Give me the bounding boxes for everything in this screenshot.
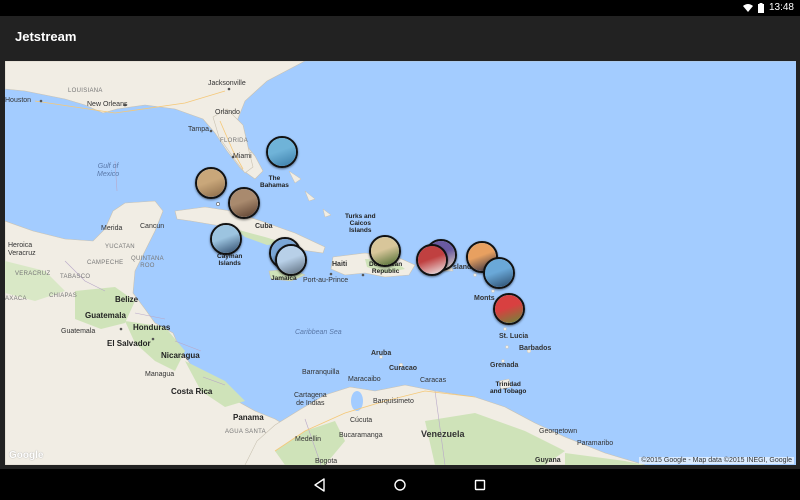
label-venezuela: Venezuela	[421, 429, 465, 439]
label-belize: Belize	[115, 295, 139, 304]
label-merida: Merida	[101, 225, 123, 232]
app-title: Jetstream	[15, 29, 77, 44]
map[interactable]: Jacksonville LOUISIANA Houston New Orlea…	[5, 61, 796, 465]
label-maracaibo: Maracaibo	[348, 376, 381, 383]
photo-marker-dominican[interactable]	[369, 235, 401, 267]
label-agua-santa: AGUA SANTA	[225, 429, 266, 435]
label-barbados: Barbados	[519, 345, 552, 352]
label-bucaramanga: Bucaramanga	[339, 432, 383, 439]
photo-thumbnail	[277, 246, 305, 274]
label-costa-rica: Costa Rica	[171, 387, 213, 396]
photo-marker-jamaica-2[interactable]	[275, 244, 307, 276]
label-bahamas: The Bahamas	[260, 175, 289, 189]
back-icon	[312, 478, 328, 497]
label-florida: FLORIDA	[220, 138, 249, 144]
label-paramaribo: Paramaribo	[577, 440, 614, 447]
label-guatemala-city: Guatemala	[61, 328, 96, 335]
label-haiti: Haiti	[332, 261, 348, 268]
label-quintana-roo: QUINTANA ROO	[131, 256, 164, 269]
label-miami: Miami	[233, 153, 252, 160]
label-bogota: Bogota	[315, 458, 338, 465]
label-cayman-islands: Cayman Islands	[217, 253, 243, 267]
recents-button[interactable]	[472, 477, 488, 493]
label-nicaragua: Nicaragua	[161, 351, 200, 360]
label-guyana: Guyana	[535, 457, 561, 464]
label-st-lucia: St. Lucia	[499, 333, 529, 340]
label-el-salvador: El Salvador	[107, 339, 151, 348]
home-icon	[392, 479, 408, 497]
home-button[interactable]	[392, 477, 408, 493]
label-aruba: Aruba	[371, 350, 392, 357]
clock: 13:48	[768, 2, 794, 13]
label-medellin: Medellin	[295, 436, 322, 443]
photo-thumbnail	[495, 295, 523, 323]
label-montserrat: Monts	[474, 295, 495, 302]
photo-thumbnail	[485, 259, 513, 287]
label-caribbean-sea: Caribbean Sea	[295, 329, 342, 336]
label-houston: Houston	[5, 97, 32, 104]
google-logo[interactable]: Google	[9, 450, 43, 461]
photo-marker-cayman[interactable]	[210, 223, 242, 255]
status-bar: 13:48	[0, 0, 800, 16]
label-barranquilla: Barranquilla	[302, 369, 340, 376]
label-caracas: Caracas	[420, 377, 447, 384]
photo-marker-miami[interactable]	[195, 167, 227, 199]
label-oaxaca: AXACA	[5, 296, 27, 302]
photo-thumbnail	[418, 246, 446, 274]
label-panama: Panama	[233, 413, 264, 422]
label-campeche: CAMPECHE	[87, 260, 124, 266]
photo-thumbnail	[230, 189, 258, 217]
photo-thumbnail	[371, 237, 399, 265]
map-attribution[interactable]: ©2015 Google - Map data ©2015 INEGI, Goo…	[639, 457, 794, 464]
label-gulf-of-mexico: Gulf of Mexico	[97, 163, 120, 178]
label-new-orleans: New Orleans	[87, 101, 128, 108]
label-trinidad-tobago: Trinidad and Tobago	[490, 381, 527, 395]
label-cuba: Cuba	[255, 223, 273, 230]
label-grenada: Grenada	[490, 362, 519, 369]
label-heroica-veracruz: Heroica Veracruz	[8, 242, 36, 257]
battery-icon	[757, 2, 764, 13]
label-georgetown: Georgetown	[539, 428, 578, 435]
label-barquisimeto: Barquisimeto	[373, 398, 414, 405]
photo-marker-st-lucia[interactable]	[493, 293, 525, 325]
label-port-au-prince: Port-au-Prince	[303, 277, 349, 284]
recents-icon	[472, 479, 488, 497]
photo-marker-bahamas[interactable]	[266, 136, 298, 168]
app-bar: Jetstream	[0, 16, 800, 58]
label-yucatan: YUCATAN	[105, 244, 135, 250]
label-turks-caicos: Turks and Caicos Islands	[345, 213, 376, 234]
photo-thumbnail	[197, 169, 225, 197]
label-cancun: Cancun	[140, 223, 165, 230]
wifi-icon	[742, 3, 753, 12]
photo-marker-havana[interactable]	[228, 187, 260, 219]
label-curacao: Curacao	[389, 365, 418, 372]
photo-thumbnail	[212, 225, 240, 253]
photo-marker-puerto-rico-1[interactable]	[416, 244, 448, 276]
label-chiapas: CHIAPAS	[49, 293, 77, 299]
label-cartagena: Cartagena de Indias	[294, 392, 327, 407]
navigation-bar	[0, 469, 800, 500]
label-managua: Managua	[145, 371, 175, 378]
label-louisiana: LOUISIANA	[68, 88, 103, 94]
photo-thumbnail	[268, 138, 296, 166]
map-container: Jacksonville LOUISIANA Houston New Orlea…	[0, 58, 800, 469]
label-cucuta: Cúcuta	[350, 417, 373, 424]
label-guatemala-country: Guatemala	[85, 311, 126, 320]
label-honduras: Honduras	[133, 323, 171, 332]
label-jamaica: Jamaica	[271, 275, 297, 282]
label-jacksonville: Jacksonville	[208, 80, 246, 87]
label-veracruz: VERACRUZ	[15, 271, 51, 277]
label-orlando: Orlando	[215, 109, 240, 116]
back-button[interactable]	[312, 477, 328, 493]
label-tabasco: TABASCO	[60, 274, 91, 280]
photo-marker-antigua[interactable]	[483, 257, 515, 289]
label-tampa: Tampa	[188, 126, 210, 133]
